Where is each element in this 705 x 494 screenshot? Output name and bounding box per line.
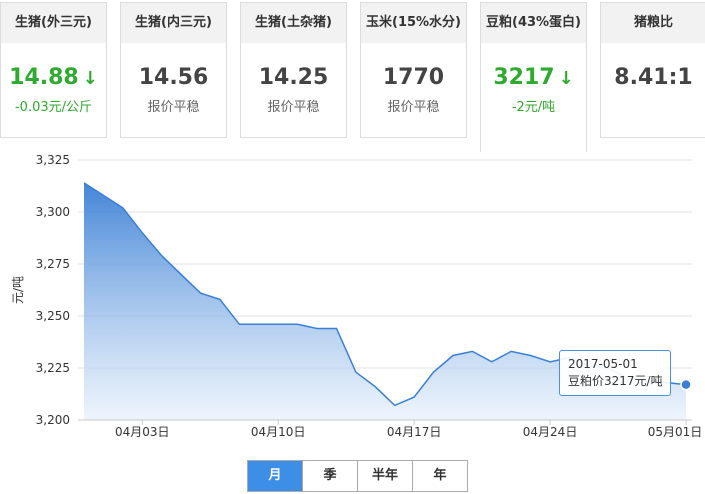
down-arrow-icon: ↓ — [82, 68, 98, 89]
y-axis-label: 元/吨 — [11, 276, 25, 304]
period-tab[interactable]: 年 — [413, 461, 467, 491]
period-tab[interactable]: 季 — [303, 461, 358, 491]
y-tick-label: 3,325 — [36, 153, 70, 167]
x-tick-label: 04月03日 — [115, 425, 170, 439]
price-card-change: -0.03元/公斤 — [14, 100, 93, 115]
x-axis: 04月03日 04月10日 04月17日 04月24日 05月01日 — [78, 419, 703, 439]
x-tick-label: 04月10日 — [251, 425, 306, 439]
y-tick-label: 3,300 — [36, 205, 70, 219]
period-tabs: 月季半年年 — [247, 460, 468, 492]
highlight-point[interactable] — [680, 378, 692, 391]
price-card-change: 报价平稳 — [387, 100, 440, 115]
x-tick-label: 04月17日 — [387, 425, 442, 439]
x-tick-label: 04月24日 — [523, 425, 578, 439]
price-card-change: 报价平稳 — [267, 100, 320, 115]
y-tick-label: 3,250 — [36, 309, 70, 323]
y-tick-label: 3,225 — [36, 361, 70, 375]
price-card[interactable]: 豆粕(43%蛋白) 3217 ↓ -2元/吨 — [480, 2, 587, 152]
price-cards: 生猪(外三元) 14.88 ↓ -0.03元/公斤 生猪(内三元) 14.56 报价平稳 生猪… — [0, 0, 705, 152]
price-card-value: 14.56 — [121, 65, 226, 90]
price-card-value: 3217 ↓ — [481, 65, 586, 90]
period-tab[interactable]: 半年 — [358, 461, 413, 491]
price-card-value-text: 8.41:1 — [614, 65, 693, 90]
price-card-title: 生猪(土杂猪) — [241, 3, 346, 43]
down-arrow-icon: ↓ — [558, 68, 574, 89]
price-card[interactable]: 生猪(外三元) 14.88 ↓ -0.03元/公斤 — [0, 2, 107, 138]
price-card-value: 14.88 ↓ — [1, 65, 106, 90]
tooltip-date: 2017-05-01 — [568, 357, 638, 371]
price-chart: 3,200 3,225 3,250 3,275 3,300 3,325 04月03日 04月… — [0, 148, 705, 448]
tooltip-value: 豆粕价3217元/吨 — [568, 374, 663, 388]
price-card-value: 8.41:1 — [601, 65, 705, 90]
price-card-title: 玉米(15%水分) — [361, 3, 466, 43]
chart-tooltip: 2017-05-01 豆粕价3217元/吨 — [559, 350, 671, 396]
x-tick-label: 05月01日 — [648, 425, 703, 439]
price-card-value-text: 14.25 — [258, 65, 329, 90]
period-tab[interactable]: 月 — [248, 461, 303, 491]
price-card[interactable]: 生猪(内三元) 14.56 报价平稳 — [120, 2, 227, 138]
price-card[interactable]: 玉米(15%水分) 1770 报价平稳 — [360, 2, 467, 138]
y-tick-label: 3,275 — [36, 257, 70, 271]
price-card-title: 猪粮比 — [601, 3, 705, 43]
price-card[interactable]: 生猪(土杂猪) 14.25 报价平稳 — [240, 2, 347, 138]
soymeal-price-area-chart: 3,2003,2253,2503,2753,3003,325 04月03日 04月… — [11, 153, 703, 439]
price-card-value-text: 3217 — [493, 65, 555, 90]
price-card-change: -2元/吨 — [511, 100, 556, 115]
price-card-value-text: 14.56 — [138, 65, 209, 90]
price-card-title: 生猪(外三元) — [1, 3, 106, 43]
price-card-value: 14.25 — [241, 65, 346, 90]
price-card-title: 豆粕(43%蛋白) — [481, 3, 586, 43]
price-card-change: 报价平稳 — [147, 100, 200, 115]
price-card-value-text: 14.88 — [9, 65, 79, 90]
price-card-value: 1770 — [361, 65, 466, 90]
y-tick-label: 3,200 — [36, 413, 70, 427]
y-axis: 3,200 3,225 3,250 3,275 3,300 3,325 — [36, 153, 70, 427]
price-card[interactable]: 猪粮比 8.41:1 — [600, 2, 705, 138]
price-card-title: 生猪(内三元) — [121, 3, 226, 43]
price-card-value-text: 1770 — [382, 65, 445, 90]
